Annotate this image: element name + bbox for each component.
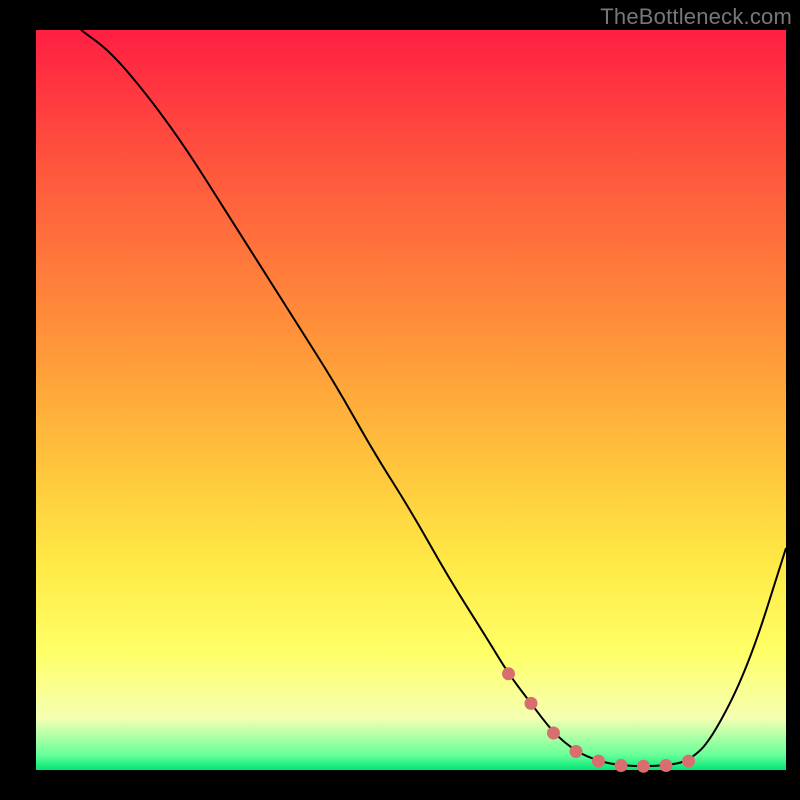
watermark-text: TheBottleneck.com [600,4,792,30]
bottleneck-chart [0,0,800,800]
highlight-dot [547,727,560,740]
chart-stage: TheBottleneck.com [0,0,800,800]
highlight-dot [637,760,650,773]
highlight-dot [592,755,605,768]
highlight-dot [615,759,628,772]
highlight-dot [570,745,583,758]
highlight-dot [660,759,673,772]
highlight-dot [525,697,538,710]
highlight-dot [502,667,515,680]
chart-background [36,30,786,770]
highlight-dot [682,755,695,768]
